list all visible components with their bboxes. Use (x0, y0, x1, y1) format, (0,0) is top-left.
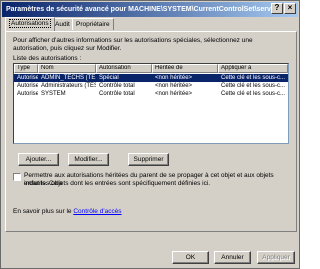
cell-appliquer: Cette clé et les sous-c... (221, 75, 286, 81)
close-button[interactable]: × (284, 3, 296, 14)
cell-nom: Administrateurs (TES... (41, 83, 96, 89)
list-header: Type Nom Autorisation Héritée de Appliqu… (14, 64, 288, 73)
cell-nom: SYSTEM (41, 91, 66, 97)
column-nom[interactable]: Nom (38, 64, 96, 73)
cell-autorisation: Contrôle total (99, 91, 135, 97)
ok-button[interactable]: OK (172, 251, 209, 264)
cell-appliquer: Cette clé et les sous-c... (221, 83, 286, 89)
cell-heritee: <non héritée> (155, 75, 193, 81)
cell-autorisation: Contrôle total (99, 83, 135, 89)
table-row[interactable]: Autoriser SYSTEM Contrôle total <non hér… (14, 90, 288, 98)
cell-heritee: <non héritée> (155, 83, 193, 89)
help-text: En savoir plus sur le Contrôle d'accès (13, 208, 122, 216)
inherit-permissions-label-line2: inclut les objets dont les entrées sont … (24, 180, 211, 187)
table-row[interactable]: Autoriser ADMIN_TECHS (TE... Spécial <no… (14, 74, 288, 82)
list-label: Liste des autorisations : (13, 55, 82, 62)
cell-heritee: <non héritée> (155, 91, 193, 97)
cell-autorisation: Spécial (99, 75, 119, 81)
remove-button[interactable]: Supprimer (128, 153, 169, 166)
tab-autorisations[interactable]: Autorisations (5, 17, 55, 31)
advanced-security-dialog: Paramètres de sécurité avancé pour MACHI… (0, 0, 300, 269)
cell-appliquer: Cette clé et les sous-c... (221, 91, 286, 97)
column-appliquer[interactable]: Appliquer à (218, 64, 288, 73)
help-button[interactable]: ? (271, 3, 283, 14)
column-heritee[interactable]: Héritée de (152, 64, 218, 73)
table-row[interactable]: Autoriser Administrateurs (TES... Contrô… (14, 82, 288, 90)
cell-nom: ADMIN_TECHS (TE... (41, 75, 96, 81)
cell-type: Autoriser (17, 75, 38, 81)
inherit-permissions-checkbox[interactable] (13, 173, 21, 181)
permissions-list[interactable]: Type Nom Autorisation Héritée de Appliqu… (13, 63, 289, 144)
edit-button[interactable]: Modifier... (68, 153, 109, 166)
help-prefix: En savoir plus sur le (13, 208, 72, 215)
title-bar[interactable]: Paramètres de sécurité avancé pour MACHI… (2, 2, 298, 17)
apply-button[interactable]: Appliquer (257, 251, 295, 264)
window-title: Paramètres de sécurité avancé pour MACHI… (6, 6, 276, 13)
column-autorisation[interactable]: Autorisation (96, 64, 152, 73)
cell-type: Autoriser (17, 91, 38, 97)
cell-type: Autoriser (17, 83, 38, 89)
add-button[interactable]: Ajouter... (18, 153, 59, 166)
access-control-link[interactable]: Contrôle d'accès (73, 208, 121, 215)
tab-proprietaire[interactable]: Propriétaire (72, 18, 114, 30)
intro-text: Pour afficher d'autres informations sur … (13, 37, 253, 52)
column-type[interactable]: Type (14, 64, 38, 73)
cancel-button[interactable]: Annuler (214, 251, 251, 264)
